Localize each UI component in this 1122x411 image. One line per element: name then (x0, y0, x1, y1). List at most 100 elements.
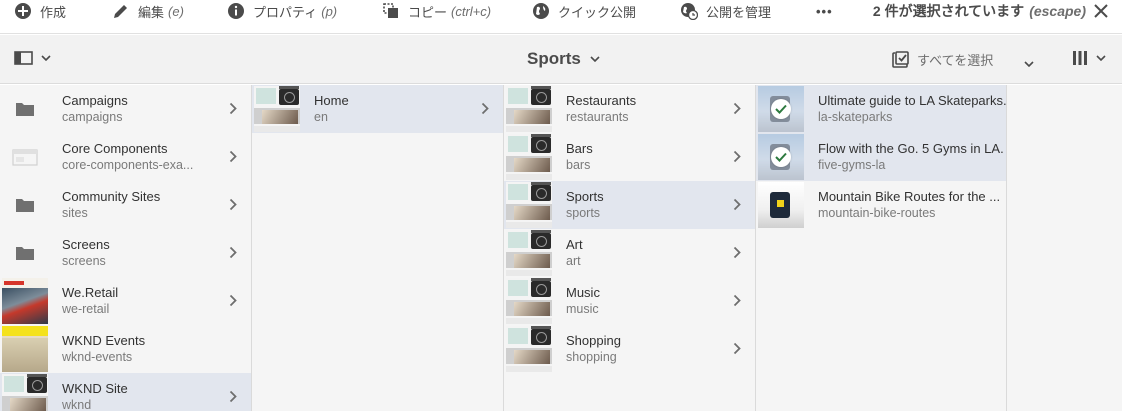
item-title: Shopping (566, 333, 621, 348)
item-title: Sports (566, 189, 604, 204)
chevron-right-icon (229, 294, 237, 307)
rail-toggle-button[interactable] (14, 50, 51, 66)
chevron-right-icon (229, 198, 237, 211)
item-title: WKND Site (62, 381, 128, 396)
chevron-right-icon (733, 294, 741, 307)
page-thumbnail (506, 326, 552, 372)
chevron-right-icon (229, 390, 237, 403)
chevron-right-icon (481, 102, 489, 115)
page-thumbnail (506, 182, 552, 228)
item-name: art (566, 254, 581, 268)
item-name: en (314, 110, 328, 124)
item-title: Music (566, 285, 600, 300)
properties-button[interactable]: プロパティ (p) (227, 0, 337, 22)
column-sports: Ultimate guide to LA Skateparks. la-skat… (756, 85, 1007, 411)
rail-panel-icon (14, 51, 33, 65)
item-name: mountain-bike-routes (818, 206, 936, 220)
page-title[interactable]: Sports (527, 49, 600, 69)
list-item[interactable]: Home en (252, 85, 503, 133)
column-wknd-site: Home en (252, 85, 504, 411)
chevron-down-icon (1096, 55, 1106, 61)
page-thumbnail (2, 326, 48, 372)
list-item[interactable]: Core Components core-components-exa... (0, 133, 251, 181)
list-item[interactable]: Screens screens (0, 229, 251, 277)
more-actions-button[interactable]: ••• (816, 0, 833, 22)
create-label: 作成 (40, 4, 67, 20)
list-item[interactable]: We.Retail we-retail (0, 277, 251, 325)
selection-count: 2 件が選択されています (escape) (873, 0, 1086, 22)
item-name: five-gyms-la (818, 158, 886, 172)
page-thumbnail (506, 230, 552, 276)
edit-shortcut: (e) (168, 3, 184, 19)
item-name: sites (62, 206, 88, 220)
info-icon (227, 2, 245, 20)
item-title: Art (566, 237, 583, 252)
list-item[interactable]: WKND Site wknd (0, 373, 251, 411)
item-title: WKND Events (62, 333, 146, 348)
quick-publish-button[interactable]: クイック公開 (532, 0, 636, 22)
item-title: Home (314, 93, 349, 108)
item-name: wknd (62, 398, 92, 411)
item-name: restaurants (566, 110, 629, 124)
create-button[interactable]: 作成 (14, 0, 66, 22)
manage-publication-button[interactable]: 公開を管理 (680, 0, 771, 22)
title-bar: Sports すべてを選択 (0, 35, 1122, 84)
page-thumbnail (506, 278, 552, 324)
list-item[interactable]: Ultimate guide to LA Skateparks. la-skat… (756, 85, 1006, 133)
select-all-label: すべてを選択 (917, 53, 994, 68)
selection-shortcut: (escape) (1029, 3, 1086, 19)
item-name: wknd-events (62, 350, 133, 364)
page-thumbnail (758, 134, 804, 180)
page-thumbnail (2, 278, 48, 324)
globe-clock-icon (680, 2, 698, 20)
list-item[interactable]: Campaigns campaigns (0, 85, 251, 133)
chevron-right-icon (229, 102, 237, 115)
item-name: sports (566, 206, 601, 220)
column-view-icon (1073, 51, 1087, 65)
selection-options-dropdown[interactable] (1024, 54, 1034, 72)
properties-shortcut: (p) (321, 3, 338, 19)
component-icon (2, 134, 48, 180)
selected-overlay (758, 134, 804, 180)
view-switcher[interactable] (1072, 50, 1106, 66)
item-title: Mountain Bike Routes for the ... (818, 189, 1001, 204)
chevron-right-icon (733, 246, 741, 259)
list-item[interactable]: Bars bars (504, 133, 755, 181)
page-thumbnail (506, 86, 552, 132)
pencil-icon (112, 2, 130, 20)
list-item[interactable]: Flow with the Go. 5 Gyms in LA. five-gym… (756, 133, 1006, 181)
item-name: la-skateparks (818, 110, 893, 124)
copy-button[interactable]: コピー (ctrl+c) (382, 0, 491, 22)
page-thumbnail (758, 86, 804, 132)
selection-count-label: 2 件が選択されています (872, 3, 1025, 19)
chevron-right-icon (733, 342, 741, 355)
close-icon (1094, 4, 1108, 18)
page-thumbnail (2, 374, 48, 411)
list-item[interactable]: Art art (504, 229, 755, 277)
list-item[interactable]: WKND Events wknd-events (0, 325, 251, 373)
close-selection-button[interactable] (1092, 2, 1110, 20)
item-name: core-components-exa... (62, 158, 194, 172)
edit-label: 編集 (138, 4, 165, 20)
item-title: Flow with the Go. 5 Gyms in LA. (818, 141, 1004, 156)
column-home: Restaurants restaurants Bars bars Sports… (504, 85, 756, 411)
list-item[interactable]: Shopping shopping (504, 325, 755, 373)
select-all-checkbox-icon (892, 51, 909, 68)
selected-overlay (758, 86, 804, 132)
item-name: music (566, 302, 599, 316)
list-item[interactable]: Mountain Bike Routes for the ... mountai… (756, 181, 1006, 229)
chevron-right-icon (229, 246, 237, 259)
list-item[interactable]: Sports sports (504, 181, 755, 229)
chevron-down-icon (1024, 61, 1034, 68)
item-name: campaigns (62, 110, 123, 124)
list-item[interactable]: Restaurants restaurants (504, 85, 755, 133)
chevron-right-icon (229, 150, 237, 163)
copy-shortcut: (ctrl+c) (451, 3, 492, 19)
list-item[interactable]: Community Sites sites (0, 181, 251, 229)
select-all-button[interactable]: すべてを選択 (892, 50, 993, 69)
item-title: Core Components (62, 141, 168, 156)
edit-button[interactable]: 編集 (e) (112, 0, 184, 22)
chevron-right-icon (733, 102, 741, 115)
item-title: Ultimate guide to LA Skateparks. (818, 93, 1006, 108)
list-item[interactable]: Music music (504, 277, 755, 325)
